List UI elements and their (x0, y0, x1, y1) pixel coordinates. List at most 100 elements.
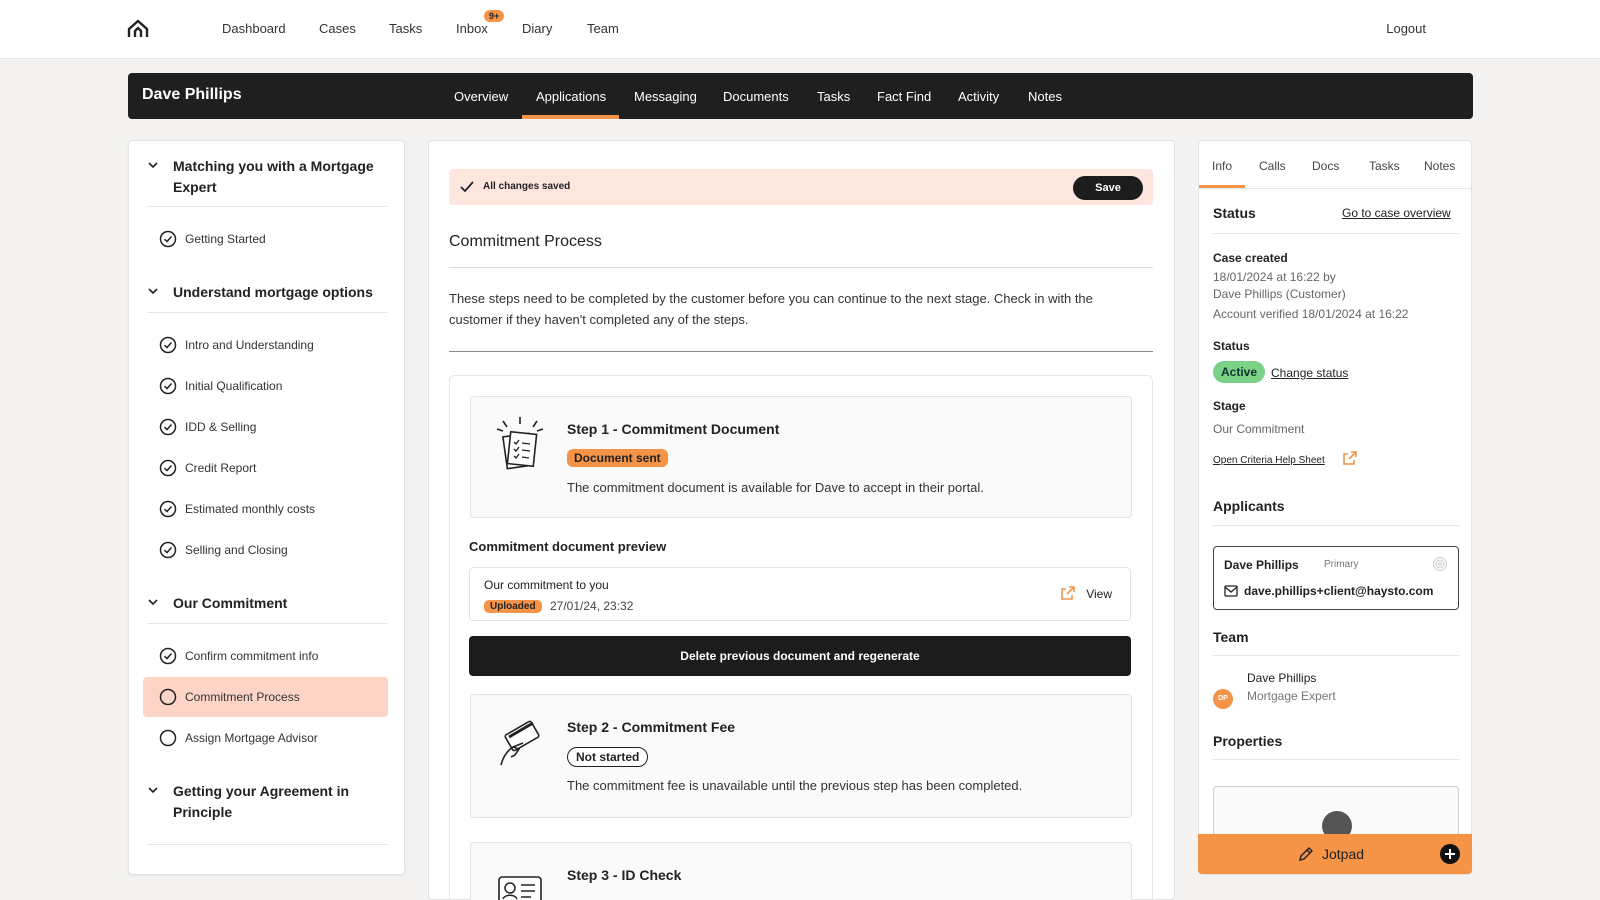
step-title: Step 2 - Commitment Fee (567, 719, 736, 735)
sidebar-item-selling-closing[interactable]: Selling and Closing (143, 530, 388, 570)
sidebar-item-label: Credit Report (185, 461, 257, 475)
avatar: DP (1213, 689, 1233, 709)
tab-info[interactable]: Info (1212, 159, 1232, 173)
check-circle-icon (159, 500, 177, 518)
sidebar-item-getting-started[interactable]: Getting Started (143, 219, 388, 259)
sidebar-item-label: Intro and Understanding (185, 338, 314, 352)
section-title: Getting your Agreement in Principle (173, 783, 350, 820)
logout-link[interactable]: Logout (1386, 21, 1426, 36)
step-description: The commitment fee is unavailable until … (567, 778, 1023, 793)
sidebar-item-label: Confirm commitment info (185, 649, 319, 663)
sidebar-item-confirm-commitment[interactable]: Confirm commitment info (143, 636, 388, 676)
case-created-by: Dave Phillips (Customer) (1213, 287, 1346, 301)
sidebar-item-idd-selling[interactable]: IDD & Selling (143, 407, 388, 447)
sidebar-item-label: Estimated monthly costs (185, 502, 316, 516)
criteria-help-link[interactable]: Open Criteria Help Sheet (1213, 455, 1325, 466)
case-overview-link[interactable]: Go to case overview (1342, 206, 1451, 220)
change-status-link[interactable]: Change status (1271, 366, 1348, 380)
sidebar-item-assign-advisor[interactable]: Assign Mortgage Advisor (143, 718, 388, 758)
divider (449, 351, 1153, 352)
sidebar-item-intro[interactable]: Intro and Understanding (143, 325, 388, 365)
tab-messaging[interactable]: Messaging (634, 89, 697, 104)
tab-applications[interactable]: Applications (536, 89, 606, 104)
section-our-commitment[interactable]: Our Commitment (147, 593, 388, 614)
case-created-date: 18/01/2024 at 16:22 by (1213, 270, 1336, 284)
case-info-panel: Info Calls Docs Tasks Notes Status Go to… (1198, 140, 1472, 875)
status-badge: Not started (567, 747, 649, 767)
external-link-icon[interactable] (1342, 450, 1358, 466)
status-heading: Status (1213, 205, 1256, 221)
case-customer-name: Dave Phillips (142, 86, 242, 103)
top-navigation: Dashboard Cases Tasks Inbox 9+ Diary Tea… (0, 0, 1600, 59)
team-member-name: Dave Phillips (1247, 671, 1317, 685)
pencil-icon (1299, 847, 1313, 861)
nav-inbox[interactable]: Inbox (456, 21, 488, 36)
divider (147, 312, 387, 313)
fingerprint-icon (1433, 557, 1447, 571)
tab-docs[interactable]: Docs (1312, 159, 1339, 173)
save-button[interactable]: Save (1073, 176, 1143, 200)
step-title: Step 1 - Commitment Document (567, 421, 780, 437)
section-understand[interactable]: Understand mortgage options (147, 282, 388, 303)
sidebar-item-initial-qualification[interactable]: Initial Qualification (143, 366, 388, 406)
stage-label: Stage (1213, 399, 1246, 413)
sidebar-item-commitment-process[interactable]: Commitment Process (143, 677, 388, 717)
preview-heading: Commitment document preview (469, 539, 667, 554)
regenerate-document-button[interactable]: Delete previous document and regenerate (469, 636, 1131, 676)
step-card-id-check: Step 3 - ID Check (470, 842, 1132, 900)
tab-activity[interactable]: Activity (958, 89, 999, 104)
empty-circle-icon (159, 729, 177, 747)
section-title: Our Commitment (173, 595, 288, 611)
nav-dashboard[interactable]: Dashboard (222, 21, 286, 36)
nav-team[interactable]: Team (587, 21, 619, 36)
sidebar-item-label: Selling and Closing (185, 543, 288, 557)
divider (1213, 525, 1459, 526)
sidebar-item-label: IDD & Selling (185, 420, 257, 434)
divider (1199, 188, 1471, 189)
section-agreement-in-principle[interactable]: Getting your Agreement in Principle (147, 781, 388, 823)
tab-overview[interactable]: Overview (454, 89, 508, 104)
step-card-commitment-fee: Step 2 - Commitment Fee Not started The … (470, 694, 1132, 818)
tab-notes[interactable]: Notes (1424, 159, 1455, 173)
page-title: Commitment Process (449, 233, 602, 250)
tab-documents[interactable]: Documents (723, 89, 789, 104)
tab-tasks[interactable]: Tasks (1369, 159, 1400, 173)
chevron-down-icon (148, 599, 158, 606)
divider (147, 623, 387, 624)
check-circle-icon (159, 541, 177, 559)
tab-fact-find[interactable]: Fact Find (877, 89, 931, 104)
sidebar-item-label: Getting Started (185, 232, 266, 246)
company-logo-icon[interactable] (126, 17, 150, 41)
divider (1213, 759, 1459, 760)
jotpad-bar[interactable]: Jotpad (1198, 834, 1472, 874)
sidebar-item-credit-report[interactable]: Credit Report (143, 448, 388, 488)
nav-diary[interactable]: Diary (522, 21, 552, 36)
applicant-card[interactable]: Dave Phillips Primary dave.phillips+clie… (1213, 546, 1459, 610)
chevron-down-icon (148, 787, 158, 794)
document-sent-illustration-icon (496, 417, 544, 470)
sidebar-item-monthly-costs[interactable]: Estimated monthly costs (143, 489, 388, 529)
step-card-commitment-document: Step 1 - Commitment Document Document se… (470, 396, 1132, 518)
stage-value: Our Commitment (1213, 422, 1305, 436)
divider (1213, 655, 1459, 656)
document-preview-row: Our commitment to you Uploaded 27/01/24,… (469, 567, 1131, 621)
account-verified-text: Account verified 18/01/2024 at 16:22 (1213, 307, 1409, 321)
intro-text: These steps need to be completed by the … (449, 291, 1093, 327)
team-member-role: Mortgage Expert (1247, 689, 1336, 703)
view-document-link[interactable]: View (1086, 587, 1112, 601)
check-circle-icon (159, 377, 177, 395)
tab-tasks[interactable]: Tasks (817, 89, 850, 104)
nav-cases[interactable]: Cases (319, 21, 356, 36)
tab-calls[interactable]: Calls (1259, 159, 1286, 173)
check-circle-icon (159, 418, 177, 436)
empty-circle-icon (159, 688, 177, 706)
external-link-icon[interactable] (1060, 585, 1076, 601)
chevron-down-icon (148, 162, 158, 169)
sidebar-item-label: Commitment Process (185, 690, 300, 704)
case-created-label: Case created (1213, 251, 1288, 265)
nav-tasks[interactable]: Tasks (389, 21, 422, 36)
check-circle-icon (159, 336, 177, 354)
add-circle-icon[interactable] (1440, 844, 1460, 864)
tab-notes[interactable]: Notes (1028, 89, 1062, 104)
section-matching[interactable]: Matching you with a Mortgage Expert (147, 156, 388, 198)
